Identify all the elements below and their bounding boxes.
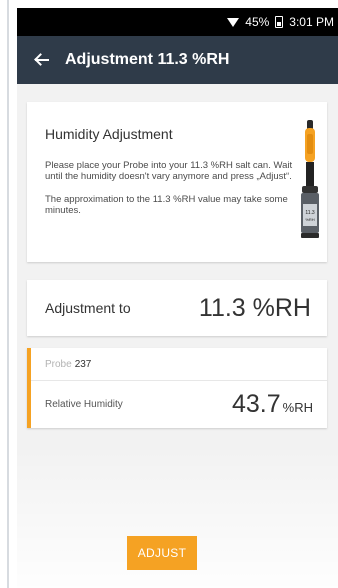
probe-header: Probe 237 <box>27 348 327 381</box>
can-unit: %RH <box>305 217 314 222</box>
wifi-icon <box>227 18 240 27</box>
instruction-paragraph-2: The approximation to the 11.3 %RH value … <box>45 194 288 216</box>
status-group: 45% 3:01 PM <box>227 15 334 29</box>
probe-prefix: Probe <box>45 358 72 370</box>
adjustment-target-label: Adjustment to <box>45 300 131 316</box>
instruction-text: Please place your Probe into your 11.3 %… <box>45 160 303 228</box>
can-label: 11.3 <box>305 210 315 216</box>
selection-accent <box>27 348 31 428</box>
humidity-unit: %RH <box>282 399 313 415</box>
app-bar: Adjustment 11.3 %RH <box>17 36 338 84</box>
humidity-value: 43.7 <box>231 389 281 418</box>
humidity-reading: 43.7 %RH <box>232 390 313 419</box>
left-divider <box>7 0 9 588</box>
device-screen: 45% 3:01 PM Adjustment 11.3 %RH Humidity… <box>17 8 338 588</box>
humidity-label: Relative Humidity <box>45 398 123 410</box>
probe-reading-card: Probe 237 Relative Humidity 43.7 %RH <box>27 348 327 428</box>
status-bar: 45% 3:01 PM <box>17 8 338 36</box>
adjust-button[interactable]: ADJUST <box>127 536 197 570</box>
clock: 3:01 PM <box>289 15 334 29</box>
battery-percent: 45% <box>245 15 270 29</box>
battery-icon <box>275 16 284 28</box>
instruction-card: Humidity Adjustment Please place your Pr… <box>27 102 327 262</box>
adjustment-target-card: Adjustment to 11.3 %RH <box>27 280 327 336</box>
probe-name: 237 <box>74 358 92 370</box>
adjustment-target-value: 11.3 %RH <box>198 293 311 322</box>
humidity-reading-row: Relative Humidity 43.7 %RH <box>27 381 327 427</box>
instruction-title: Humidity Adjustment <box>45 126 173 142</box>
probe-in-salt-can-icon: 11.3 %RH <box>301 120 319 238</box>
instruction-paragraph-1: Please place your Probe into your 11.3 %… <box>45 160 293 182</box>
page-title: Adjustment 11.3 %RH <box>65 51 230 68</box>
back-arrow-icon[interactable] <box>33 52 51 68</box>
